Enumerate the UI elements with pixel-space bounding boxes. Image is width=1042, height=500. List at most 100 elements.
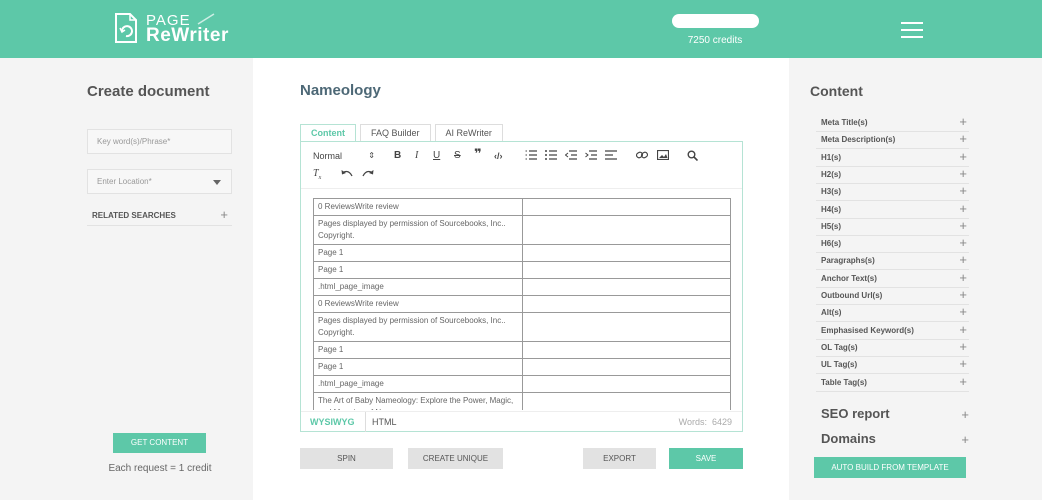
- tab-ai-rewriter[interactable]: AI ReWriter: [434, 124, 503, 141]
- table-cell-empty[interactable]: [522, 295, 731, 313]
- format-select-value: Normal: [313, 151, 343, 161]
- table-cell-empty[interactable]: [522, 392, 731, 410]
- align-icon[interactable]: [605, 150, 617, 164]
- quote-icon[interactable]: ❞: [474, 147, 482, 160]
- rich-text-editor: Normal ⇕ B I U S ❞ ‹/› Tx 0 ReviewsWrite…: [300, 141, 743, 432]
- code-icon[interactable]: ‹/›: [494, 150, 503, 162]
- content-section-item[interactable]: H6(s) +: [816, 236, 969, 254]
- user-name-pill[interactable]: [672, 14, 759, 28]
- table-cell-empty[interactable]: [522, 215, 731, 245]
- table-cell-empty[interactable]: [522, 341, 731, 359]
- plus-icon: +: [959, 148, 967, 164]
- table-cell[interactable]: Pages displayed by permission of Sourceb…: [313, 312, 523, 342]
- tab-content[interactable]: Content: [300, 124, 356, 141]
- table-cell-empty[interactable]: [522, 198, 731, 216]
- undo-icon[interactable]: [341, 169, 353, 182]
- plus-icon: +: [959, 356, 967, 372]
- table-cell[interactable]: Page 1: [313, 261, 523, 279]
- content-section-label: Paragraphs(s): [821, 256, 875, 266]
- create-unique-button[interactable]: CREATE UNIQUE: [408, 448, 503, 469]
- content-section-item[interactable]: H1(s) +: [816, 148, 969, 167]
- table-row: Page 1: [313, 261, 731, 279]
- menu-icon[interactable]: [901, 22, 923, 38]
- content-section-item[interactable]: Emphasised Keyword(s) +: [816, 322, 969, 340]
- content-section-item[interactable]: Anchor Text(s) +: [816, 269, 969, 288]
- content-sections-panel: Content Meta Title(s) + Meta Description(s…: [789, 58, 1042, 500]
- content-section-item[interactable]: Meta Description(s) +: [816, 132, 969, 150]
- link-icon[interactable]: [635, 150, 649, 164]
- bold-icon[interactable]: B: [394, 150, 401, 162]
- tab-faq-builder[interactable]: FAQ Builder: [360, 124, 431, 141]
- content-section-label: Emphasised Keyword(s): [821, 325, 914, 335]
- indent-icon[interactable]: [585, 150, 597, 164]
- table-cell-empty[interactable]: [522, 261, 731, 279]
- keyword-input[interactable]: [97, 137, 222, 146]
- table-cell-empty[interactable]: [522, 278, 731, 296]
- editor-tabs: Content FAQ Builder AI ReWriter: [300, 124, 507, 141]
- content-section-item[interactable]: Outbound Url(s) +: [816, 288, 969, 305]
- plus-icon: +: [959, 217, 967, 233]
- content-section-label: UL Tag(s): [821, 360, 858, 370]
- plus-icon: +: [959, 165, 967, 181]
- logo[interactable]: PAGE ReWriter: [114, 12, 229, 46]
- table-cell[interactable]: 0 ReviewsWrite review: [313, 295, 523, 313]
- auto-build-button[interactable]: AUTO BUILD FROM TEMPLATE: [814, 457, 966, 478]
- clear-format-icon[interactable]: Tx: [313, 168, 321, 184]
- table-cell-empty[interactable]: [522, 244, 731, 262]
- domains-label: Domains: [821, 431, 876, 446]
- location-select[interactable]: Enter Location*: [87, 169, 232, 194]
- plus-icon: +: [959, 114, 967, 129]
- content-section-item[interactable]: H4(s) +: [816, 201, 969, 219]
- export-button[interactable]: EXPORT: [583, 448, 656, 469]
- content-section-item[interactable]: H2(s) +: [816, 165, 969, 184]
- table-row: The Art of Baby Nameology: Explore the P…: [313, 392, 731, 410]
- table-cell-empty[interactable]: [522, 312, 731, 342]
- search-icon[interactable]: [687, 150, 699, 165]
- image-icon[interactable]: [656, 149, 670, 164]
- seo-report-toggle[interactable]: SEO report +: [821, 406, 969, 422]
- content-section-item[interactable]: H5(s) +: [816, 217, 969, 236]
- spin-button[interactable]: SPIN: [300, 448, 393, 469]
- table-cell-empty[interactable]: [522, 358, 731, 376]
- plus-icon: +: [220, 207, 228, 222]
- table-cell[interactable]: .html_page_image: [313, 278, 523, 296]
- content-section-item[interactable]: Table Tag(s) +: [816, 374, 969, 392]
- table-cell[interactable]: Page 1: [313, 341, 523, 359]
- wysiwyg-mode-button[interactable]: WYSIWYG: [310, 417, 355, 427]
- ordered-list-icon[interactable]: [525, 150, 537, 164]
- html-mode-button[interactable]: HTML: [372, 417, 397, 427]
- domains-toggle[interactable]: Domains +: [821, 431, 969, 447]
- format-select[interactable]: Normal ⇕: [313, 150, 375, 162]
- plus-icon: +: [959, 269, 967, 285]
- table-cell[interactable]: Page 1: [313, 358, 523, 376]
- content-section-item[interactable]: Paragraphs(s) +: [816, 253, 969, 271]
- save-button[interactable]: SAVE: [669, 448, 743, 469]
- underline-icon[interactable]: U: [433, 150, 440, 162]
- table-cell[interactable]: Page 1: [313, 244, 523, 262]
- strikethrough-icon[interactable]: S: [454, 150, 461, 162]
- table-cell[interactable]: The Art of Baby Nameology: Explore the P…: [313, 392, 523, 410]
- get-content-button[interactable]: GET CONTENT: [113, 433, 206, 453]
- document-title: Nameology: [300, 82, 381, 99]
- editor-content[interactable]: 0 ReviewsWrite review Pages displayed by …: [313, 198, 733, 410]
- table-row: 0 ReviewsWrite review: [313, 295, 731, 313]
- content-section-item[interactable]: Meta Title(s) +: [816, 115, 969, 132]
- logo-rewriter-text: ReWriter: [146, 25, 229, 46]
- bullet-list-icon[interactable]: [545, 150, 557, 164]
- keyword-field[interactable]: [87, 129, 232, 154]
- table-cell-empty[interactable]: [522, 375, 731, 393]
- plus-icon: +: [959, 183, 967, 199]
- italic-icon[interactable]: I: [415, 150, 418, 162]
- content-section-item[interactable]: OL Tag(s) +: [816, 339, 969, 357]
- content-table: 0 ReviewsWrite review Pages displayed by …: [313, 198, 731, 410]
- redo-icon[interactable]: [362, 169, 374, 182]
- table-cell[interactable]: .html_page_image: [313, 375, 523, 393]
- content-section-item[interactable]: Alt(s) +: [816, 305, 969, 323]
- word-count-value: 6429: [711, 417, 732, 427]
- outdent-icon[interactable]: [564, 150, 577, 164]
- content-section-item[interactable]: UL Tag(s) +: [816, 356, 969, 375]
- table-cell[interactable]: Pages displayed by permission of Sourceb…: [313, 215, 523, 245]
- table-cell[interactable]: 0 ReviewsWrite review: [313, 198, 523, 216]
- related-searches-toggle[interactable]: RELATED SEARCHES +: [87, 208, 232, 226]
- content-section-item[interactable]: H3(s) +: [816, 183, 969, 202]
